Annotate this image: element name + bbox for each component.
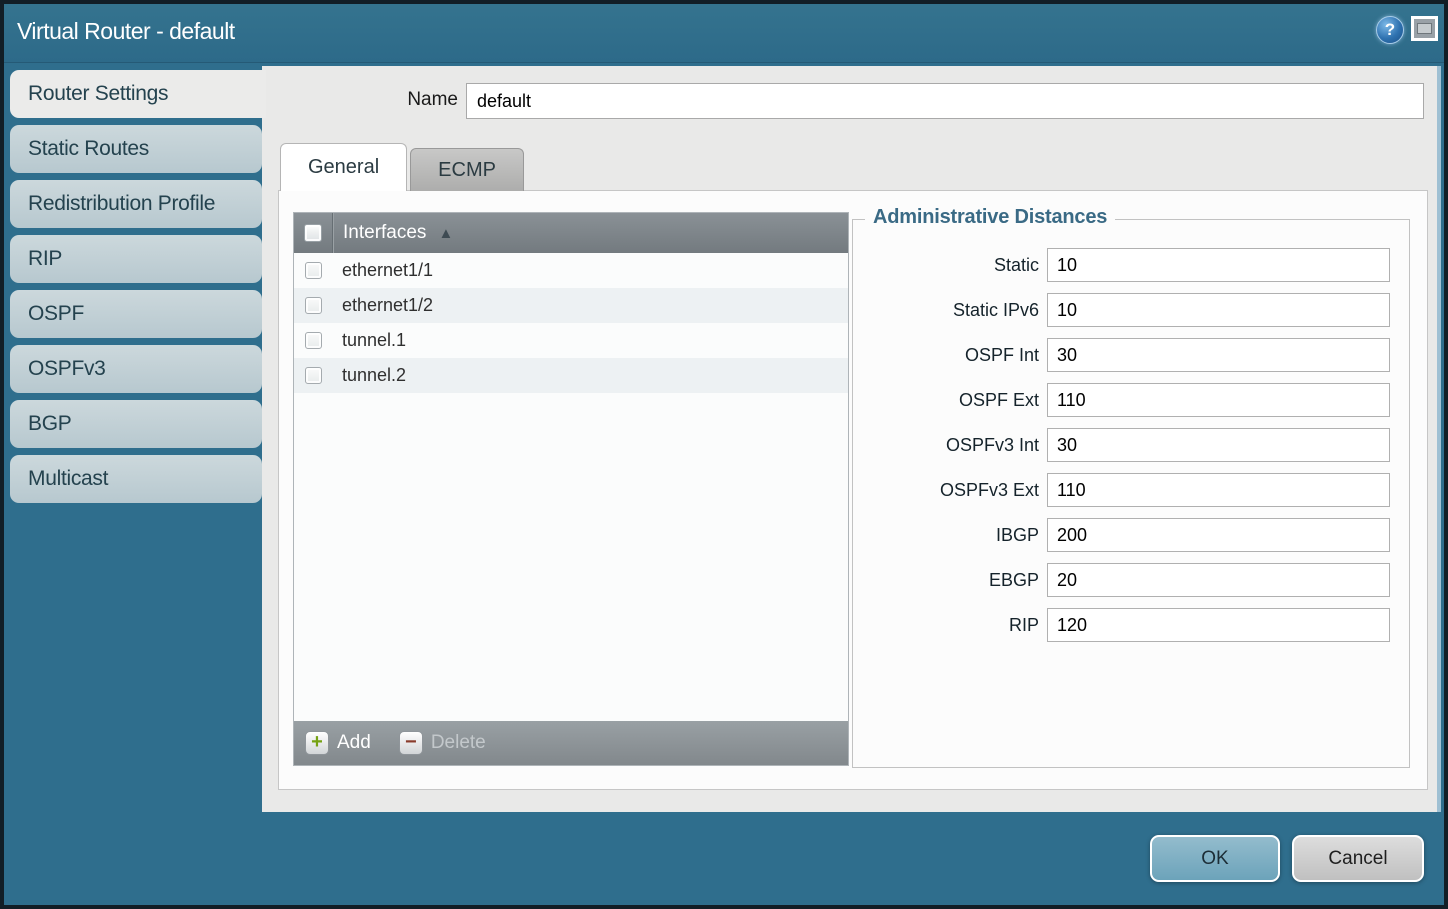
field-input[interactable] bbox=[1047, 428, 1390, 462]
field-row-ospfv3-int: OSPFv3 Int bbox=[853, 428, 1409, 462]
interface-row-tunnel-1[interactable]: tunnel.1 bbox=[294, 323, 848, 358]
sidebar-item-label: Multicast bbox=[28, 467, 108, 490]
field-row-ospf-ext: OSPF Ext bbox=[853, 383, 1409, 417]
sidebar-item-label: OSPF bbox=[28, 302, 84, 325]
row-checkbox[interactable] bbox=[305, 297, 322, 314]
sidebar-item-label: RIP bbox=[28, 247, 62, 270]
add-icon: + bbox=[305, 731, 329, 755]
field-label: OSPF Int bbox=[853, 345, 1047, 366]
field-input[interactable] bbox=[1047, 248, 1390, 282]
help-icon[interactable]: ? bbox=[1376, 16, 1404, 44]
field-input[interactable] bbox=[1047, 608, 1390, 642]
table-toolbar: + Add − Delete bbox=[294, 721, 848, 765]
add-button[interactable]: + Add bbox=[305, 731, 371, 755]
interface-row-ethernet1-2[interactable]: ethernet1/2 bbox=[294, 288, 848, 323]
row-checkbox[interactable] bbox=[305, 332, 322, 349]
field-label: OSPFv3 Int bbox=[853, 435, 1047, 456]
field-label: Static bbox=[853, 255, 1047, 276]
sidebar-item-redistribution-profile[interactable]: Redistribution Profile bbox=[10, 180, 262, 228]
sidebar-item-bgp[interactable]: BGP bbox=[10, 400, 262, 448]
interface-name: tunnel.1 bbox=[342, 330, 406, 351]
sidebar-item-ospf[interactable]: OSPF bbox=[10, 290, 262, 338]
sort-ascending-icon: ▲ bbox=[438, 226, 453, 241]
field-label: IBGP bbox=[853, 525, 1047, 546]
delete-icon: − bbox=[399, 731, 423, 755]
select-all-cell bbox=[294, 213, 333, 253]
field-label: OSPFv3 Ext bbox=[853, 480, 1047, 501]
admin-distance-fields: Static Static IPv6 OSPF Int OSPF Ext bbox=[853, 220, 1409, 642]
window-icon-inner bbox=[1417, 23, 1432, 34]
field-input[interactable] bbox=[1047, 383, 1390, 417]
row-checkbox-cell bbox=[294, 323, 332, 358]
row-checkbox[interactable] bbox=[305, 262, 322, 279]
field-input[interactable] bbox=[1047, 338, 1390, 372]
row-checkbox-cell bbox=[294, 288, 332, 323]
sidebar-item-static-routes[interactable]: Static Routes bbox=[10, 125, 262, 173]
field-row-ospf-int: OSPF Int bbox=[853, 338, 1409, 372]
minus-glyph: − bbox=[405, 732, 417, 752]
field-label: OSPF Ext bbox=[853, 390, 1047, 411]
sidebar-item-label: Redistribution Profile bbox=[28, 192, 215, 215]
sidebar-item-label: Static Routes bbox=[28, 137, 149, 160]
field-input[interactable] bbox=[1047, 293, 1390, 327]
tab-general[interactable]: General bbox=[280, 143, 407, 191]
dialog-title: Virtual Router - default bbox=[17, 0, 235, 62]
name-label: Name bbox=[346, 89, 458, 111]
interface-name: ethernet1/1 bbox=[342, 260, 433, 281]
sidebar-nav: Router Settings Static Routes Redistribu… bbox=[10, 70, 262, 503]
dialog-titlebar: Virtual Router - default ? bbox=[0, 0, 1448, 63]
field-label: Static IPv6 bbox=[853, 300, 1047, 321]
sidebar-item-label: Router Settings bbox=[28, 82, 168, 105]
row-checkbox[interactable] bbox=[305, 367, 322, 384]
tabstrip: General ECMP bbox=[280, 143, 524, 191]
sidebar-item-router-settings[interactable]: Router Settings bbox=[10, 70, 266, 118]
administrative-distances-fieldset: Administrative Distances Static Static I… bbox=[852, 219, 1410, 768]
sidebar-item-ospfv3[interactable]: OSPFv3 bbox=[10, 345, 262, 393]
interface-row-tunnel-2[interactable]: tunnel.2 bbox=[294, 358, 848, 393]
field-row-rip: RIP bbox=[853, 608, 1409, 642]
sidebar-item-multicast[interactable]: Multicast bbox=[10, 455, 262, 503]
ok-button[interactable]: OK bbox=[1150, 835, 1280, 882]
field-row-static-ipv6: Static IPv6 bbox=[853, 293, 1409, 327]
column-header-label: Interfaces bbox=[343, 222, 426, 244]
tab-label: General bbox=[308, 156, 379, 179]
sidebar-item-label: OSPFv3 bbox=[28, 357, 106, 380]
name-input[interactable] bbox=[466, 83, 1424, 119]
fieldset-legend: Administrative Distances bbox=[865, 206, 1115, 229]
plus-glyph: + bbox=[311, 732, 323, 752]
field-input[interactable] bbox=[1047, 518, 1390, 552]
field-input[interactable] bbox=[1047, 563, 1390, 597]
field-row-ibgp: IBGP bbox=[853, 518, 1409, 552]
panel-right-bevel bbox=[1437, 66, 1441, 812]
field-row-ebgp: EBGP bbox=[853, 563, 1409, 597]
field-label: EBGP bbox=[853, 570, 1047, 591]
tab-ecmp[interactable]: ECMP bbox=[410, 148, 524, 191]
delete-button-label: Delete bbox=[431, 732, 486, 754]
field-label: RIP bbox=[853, 615, 1047, 636]
window-icon[interactable] bbox=[1411, 16, 1438, 41]
row-checkbox-cell bbox=[294, 253, 332, 288]
delete-button[interactable]: − Delete bbox=[399, 731, 486, 755]
sidebar-item-rip[interactable]: RIP bbox=[10, 235, 262, 283]
interfaces-rows: ethernet1/1 ethernet1/2 tunnel.1 bbox=[294, 253, 848, 721]
field-row-static: Static bbox=[853, 248, 1409, 282]
interface-name: tunnel.2 bbox=[342, 365, 406, 386]
virtual-router-dialog: Virtual Router - default ? Router Settin… bbox=[0, 0, 1448, 909]
select-all-checkbox[interactable] bbox=[304, 224, 322, 242]
cancel-button[interactable]: Cancel bbox=[1292, 835, 1424, 882]
sidebar-item-label: BGP bbox=[28, 412, 71, 435]
interfaces-table: Interfaces ▲ ethernet1/1 ethernet1/2 bbox=[293, 212, 849, 766]
row-checkbox-cell bbox=[294, 358, 332, 393]
add-button-label: Add bbox=[337, 732, 371, 754]
field-row-ospfv3-ext: OSPFv3 Ext bbox=[853, 473, 1409, 507]
interface-name: ethernet1/2 bbox=[342, 295, 433, 316]
tab-label: ECMP bbox=[438, 159, 496, 182]
interface-row-ethernet1-1[interactable]: ethernet1/1 bbox=[294, 253, 848, 288]
field-input[interactable] bbox=[1047, 473, 1390, 507]
column-header-interfaces[interactable]: Interfaces ▲ bbox=[294, 213, 848, 253]
